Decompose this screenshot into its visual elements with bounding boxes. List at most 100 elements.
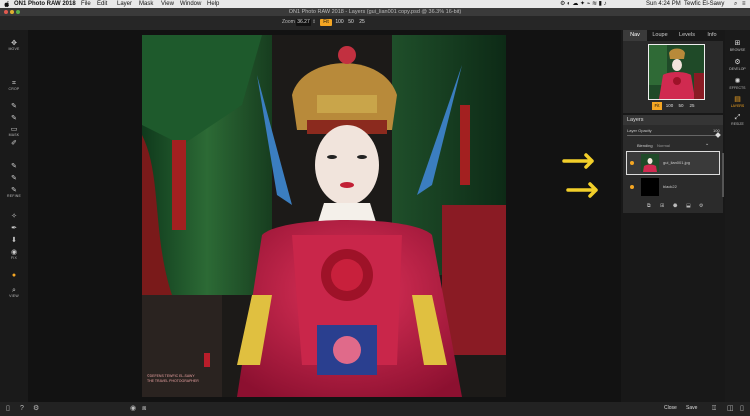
layer-visibility-icon[interactable] (630, 185, 634, 189)
tool-fix[interactable]: ◉ FIX (4, 249, 24, 260)
develop-icon: ⚙ (734, 59, 741, 66)
photo-illustration: ©DEFENS TEWFIC EL-SAWY THE TRAVEL PHOTOG… (142, 35, 506, 397)
tool-move[interactable]: ✥ MOVE (4, 40, 24, 51)
zoom-25-button[interactable]: 25 (357, 19, 367, 26)
module-resize[interactable]: ⤢ RESIZE (725, 114, 750, 126)
tool-view-hand[interactable]: ● (4, 272, 24, 279)
zoom-fit-button[interactable]: Fit (320, 19, 332, 26)
settings-gear-icon[interactable]: ⚙ (33, 404, 39, 413)
layer-name[interactable]: black22 (663, 184, 677, 189)
layer-settings-icon[interactable]: ⚙ (699, 200, 703, 213)
tool-chisel[interactable]: ✎ (4, 175, 24, 182)
list-icon[interactable]: ≡ (742, 0, 746, 8)
layer-visibility-icon[interactable] (630, 161, 634, 165)
split-view-icon[interactable]: ◫ (727, 404, 734, 413)
window-title-bar: ON1 Photo RAW 2018 - Layers (gui_lian001… (0, 8, 750, 16)
module-develop[interactable]: ⚙ DEVELOP (725, 59, 750, 71)
browse-icon: ⊞ (734, 40, 741, 47)
zoom-stepper-icon[interactable]: ⇕ (312, 19, 316, 26)
layer-opacity-label: Layer Opacity (627, 128, 652, 133)
tool-refine-brush[interactable]: ✎ (4, 163, 24, 170)
layers-panel-header[interactable]: Layers (623, 115, 723, 125)
tool-clone-stamp[interactable]: ⬇ (4, 237, 24, 244)
zoom-window-button[interactable] (16, 10, 20, 14)
module-effects[interactable]: ✺ EFFECTS (725, 78, 750, 90)
preview-eye-icon[interactable]: ◉ (130, 404, 136, 413)
menubar-clock[interactable]: Sun 4:24 PM (646, 0, 681, 8)
close-window-button[interactable] (4, 10, 8, 14)
tab-levels[interactable]: Levels (673, 30, 701, 41)
zoom-value-field[interactable]: 36.27 (296, 19, 311, 26)
zoom-icon: ⌕ (12, 287, 16, 294)
nav-50-button[interactable]: 50 (676, 102, 686, 110)
menu-help[interactable]: Help (207, 0, 219, 8)
photo-watermark-line1: ©DEFENS TEWFIC EL-SAWY (147, 374, 195, 378)
status-icons[interactable]: ⚙ ◐ ☁ ✦ ⌁ ≋ ▮ ♪ (560, 0, 607, 8)
nav-fit-button[interactable]: Fit (652, 102, 662, 110)
tool-view-zoom[interactable]: ⌕ VIEW (4, 287, 24, 298)
tab-loupe[interactable]: Loupe (647, 30, 673, 41)
module-layers[interactable]: ▤ LAYERS (725, 96, 750, 108)
menu-edit[interactable]: Edit (97, 0, 107, 8)
new-layer-icon[interactable]: ⊞ (660, 200, 664, 213)
stamp-layer-icon[interactable]: ⬓ (686, 200, 691, 213)
nav-100-button[interactable]: 100 (664, 102, 675, 110)
mac-menubar: ON1 Photo RAW 2018 File Edit Layer Mask … (0, 0, 750, 8)
yellow-arrow-annotation-right-top (562, 153, 594, 169)
chevron-down-icon[interactable]: ⌄ (705, 142, 709, 147)
tool-retouch[interactable]: ✧ (4, 213, 24, 220)
minimize-window-button[interactable] (10, 10, 14, 14)
panel-right-icon[interactable]: ▯ (740, 404, 744, 413)
zoom-100-button[interactable]: 100 (334, 19, 345, 26)
help-icon[interactable]: ? (20, 404, 24, 413)
layer-thumbnail-image (641, 154, 659, 172)
menu-layer[interactable]: Layer (117, 0, 132, 8)
layers-scrollbar[interactable] (722, 153, 724, 197)
panel-toggle-icon[interactable]: ▯ (6, 404, 10, 413)
layers-title: Layers (627, 117, 644, 123)
red-seal-stamp (204, 353, 210, 367)
layers-icon: ▤ (734, 96, 741, 103)
mask-icon: ▭ (10, 126, 18, 133)
zoom-50-button[interactable]: 50 (346, 19, 356, 26)
menubar-user[interactable]: Tewfic El-Sawy (684, 0, 724, 8)
nav-25-button[interactable]: 25 (687, 102, 697, 110)
navigator-thumbnail[interactable] (648, 44, 705, 100)
menu-window[interactable]: Window (180, 0, 201, 8)
layer-opacity-slider[interactable] (627, 135, 719, 136)
tool-perfect-eraser[interactable]: ✒ (4, 225, 24, 232)
tab-info[interactable]: Info (701, 30, 723, 41)
menu-file[interactable]: File (81, 0, 91, 8)
compare-icon[interactable]: ⧈ (142, 404, 146, 413)
crop-icon: ⌗ (12, 80, 16, 87)
close-button[interactable]: Close (664, 404, 677, 413)
tool-masking-bug[interactable]: ✐ (4, 140, 24, 147)
zoom-toolbar (0, 16, 750, 30)
merge-layers-icon[interactable]: ⬣ (673, 200, 677, 213)
save-button[interactable]: Save (686, 404, 697, 413)
duplicate-layer-icon[interactable]: ⧉ (647, 200, 651, 213)
menu-view[interactable]: View (161, 0, 174, 8)
tab-nav[interactable]: Nav (623, 30, 647, 41)
share-icon[interactable]: ⍐ (712, 404, 716, 413)
search-icon[interactable]: ⌕ (734, 0, 737, 8)
clone-stamp-icon: ⬇ (11, 237, 17, 244)
blending-label: Blending (637, 143, 653, 148)
tool-crop[interactable]: ⌗ CROP (4, 80, 24, 91)
layer-actions: ⧉ ⊞ ⬣ ⬓ ⚙ (623, 200, 723, 213)
tool-mask[interactable]: ▭ MASK (4, 126, 24, 137)
apple-icon[interactable] (4, 0, 10, 8)
layer-name[interactable]: gui_lian001.jpg (663, 160, 690, 165)
effects-icon: ✺ (734, 78, 741, 85)
window-title: ON1 Photo RAW 2018 - Layers (gui_lian001… (288, 9, 462, 15)
layer-thumbnail (641, 178, 659, 196)
refine-brush-icon: ✎ (11, 163, 17, 170)
portrait-photo[interactable]: ©DEFENS TEWFIC EL-SAWY THE TRAVEL PHOTOG… (142, 35, 506, 397)
resize-icon: ⤢ (734, 114, 741, 121)
navigator-thumbnail-image (649, 45, 704, 99)
module-browse[interactable]: ⊞ BROWSE (725, 40, 750, 52)
tool-refine[interactable]: ✎ REFINE (4, 187, 24, 198)
menu-app-name[interactable]: ON1 Photo RAW 2018 (14, 0, 76, 8)
blending-mode-select[interactable]: Normal (657, 143, 670, 148)
menu-mask[interactable]: Mask (139, 0, 153, 8)
